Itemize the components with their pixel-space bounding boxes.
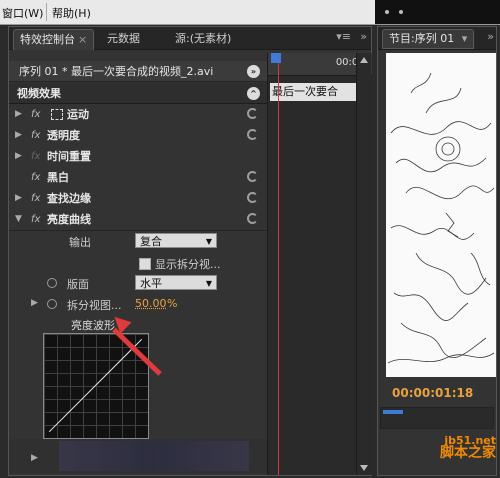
vertical-scrollbar[interactable]: [356, 53, 371, 475]
reset-icon[interactable]: [247, 171, 258, 182]
effect-row-time-remap[interactable]: ▶ fx 时间重置: [9, 146, 267, 168]
fx-badge[interactable]: fx: [31, 104, 40, 125]
expand-triangle-icon[interactable]: ▶: [15, 125, 22, 146]
effect-controls-tabbar: 特效控制台 × 元数据 源:(无素材) ▾≡ »: [9, 27, 371, 50]
fx-badge[interactable]: fx: [31, 209, 40, 230]
scroll-up-icon[interactable]: [360, 57, 368, 63]
layout-dropdown[interactable]: 水平 ▼: [135, 275, 217, 290]
split-percent-unit: %: [167, 297, 178, 310]
site-watermark: jb51.net 脚本之家: [440, 434, 496, 460]
effect-name: 亮度曲线: [47, 213, 91, 226]
program-monitor-panel: 节目:序列 01 ▾ » 00:00:01:18: [377, 26, 497, 476]
fx-badge[interactable]: fx: [31, 125, 40, 146]
output-label: 输出: [69, 236, 91, 249]
window-controls: [375, 0, 500, 24]
playhead-marker-icon[interactable]: [271, 53, 281, 63]
program-video-frame[interactable]: [386, 53, 496, 377]
expand-triangle-icon[interactable]: ▶: [31, 453, 38, 463]
collapse-button[interactable]: ^: [247, 87, 260, 100]
sequence-label: 序列 01 * 最后一次要合成的视频_2.avi: [19, 65, 214, 78]
effect-row-find-edges[interactable]: ▶ fx 查找边缘: [9, 188, 267, 210]
split-view-checkbox[interactable]: [139, 258, 151, 270]
playhead-line[interactable]: [278, 63, 279, 475]
edge-sketch-image: [387, 72, 495, 364]
tab-metadata[interactable]: 元数据: [101, 29, 146, 49]
window-dot-icon: [385, 10, 389, 14]
program-scrubber[interactable]: [380, 407, 494, 429]
tab-overflow-icon[interactable]: »: [487, 30, 494, 43]
expand-triangle-icon[interactable]: ▶: [31, 298, 38, 308]
effect-row-opacity[interactable]: ▶ fx 透明度: [9, 125, 267, 147]
section-title: 视频效果: [17, 87, 61, 100]
reset-icon[interactable]: [247, 213, 258, 224]
clip-label[interactable]: 最后一次要合: [270, 83, 356, 101]
chevron-down-icon: ▼: [205, 279, 212, 288]
collapse-triangle-icon[interactable]: ▼: [15, 209, 22, 230]
split-percent-value[interactable]: 50.00: [135, 297, 167, 310]
fx-badge: fx: [31, 151, 41, 162]
effect-name: 黑白: [47, 171, 69, 184]
effect-row-black-white[interactable]: fx 黑白: [9, 167, 267, 189]
expand-triangle-icon[interactable]: ▶: [15, 146, 22, 167]
reset-icon[interactable]: [247, 108, 258, 119]
reset-icon[interactable]: [247, 129, 258, 140]
split-view-label: 显示拆分视...: [155, 258, 221, 271]
chevron-down-icon[interactable]: ▾: [462, 32, 468, 45]
stopwatch-icon[interactable]: [47, 299, 57, 309]
waveform-label: 亮度波形: [71, 319, 115, 332]
menu-separator: [46, 3, 47, 21]
scroll-down-icon[interactable]: [360, 465, 368, 471]
reset-icon[interactable]: [247, 192, 258, 203]
watermark-name: 脚本之家: [440, 445, 496, 461]
tab-effect-controls[interactable]: 特效控制台 ×: [13, 29, 95, 50]
menu-help[interactable]: 帮助(H): [52, 5, 91, 21]
effect-row-motion[interactable]: ▶ fx 运动: [9, 104, 267, 126]
effect-name: 时间重置: [47, 150, 91, 163]
effect-name: 透明度: [47, 129, 80, 142]
scrubber-fill: [383, 410, 403, 414]
menu-window[interactable]: 窗口(W): [2, 5, 43, 21]
effect-name: 查找边缘: [47, 192, 91, 205]
effect-name: 运动: [67, 108, 89, 121]
output-dropdown[interactable]: 复合 ▼: [135, 233, 217, 248]
sequence-row[interactable]: 序列 01 * 最后一次要合成的视频_2.avi »: [9, 61, 267, 82]
window-dot-icon: [399, 10, 403, 14]
expand-triangle-icon[interactable]: ▶: [15, 104, 22, 125]
panel-menu-icon[interactable]: ▾≡: [336, 30, 351, 43]
effect-row-luma-curve[interactable]: ▼ fx 亮度曲线: [9, 209, 267, 231]
program-tabbar: 节目:序列 01 ▾ »: [378, 27, 496, 50]
stopwatch-icon[interactable]: [47, 278, 57, 288]
chevron-down-icon: ▼: [205, 237, 212, 246]
layout-label: 版面: [67, 278, 89, 291]
tab-program[interactable]: 节目:序列 01 ▾: [382, 29, 475, 49]
tab-source[interactable]: 源:(无素材): [169, 29, 237, 49]
show-timeline-button[interactable]: »: [247, 65, 260, 78]
close-tab-icon[interactable]: ×: [78, 33, 87, 46]
fx-badge[interactable]: fx: [31, 188, 40, 209]
expand-triangle-icon[interactable]: ▶: [15, 188, 22, 209]
transform-icon[interactable]: [51, 109, 63, 120]
video-effects-header: 视频效果 ^: [9, 83, 267, 104]
split-percent-label: 拆分视图...: [67, 299, 122, 312]
menu-bar: 窗口(W) 帮助(H): [0, 0, 500, 25]
blurred-overlay: [59, 441, 249, 471]
effect-controls-panel: 特效控制台 × 元数据 源:(无素材) ▾≡ » 序列 01 * 最后一次要合成的…: [8, 26, 372, 476]
fx-badge[interactable]: fx: [31, 167, 40, 188]
tab-overflow-icon[interactable]: »: [360, 30, 367, 43]
program-timecode[interactable]: 00:00:01:18: [392, 386, 473, 400]
